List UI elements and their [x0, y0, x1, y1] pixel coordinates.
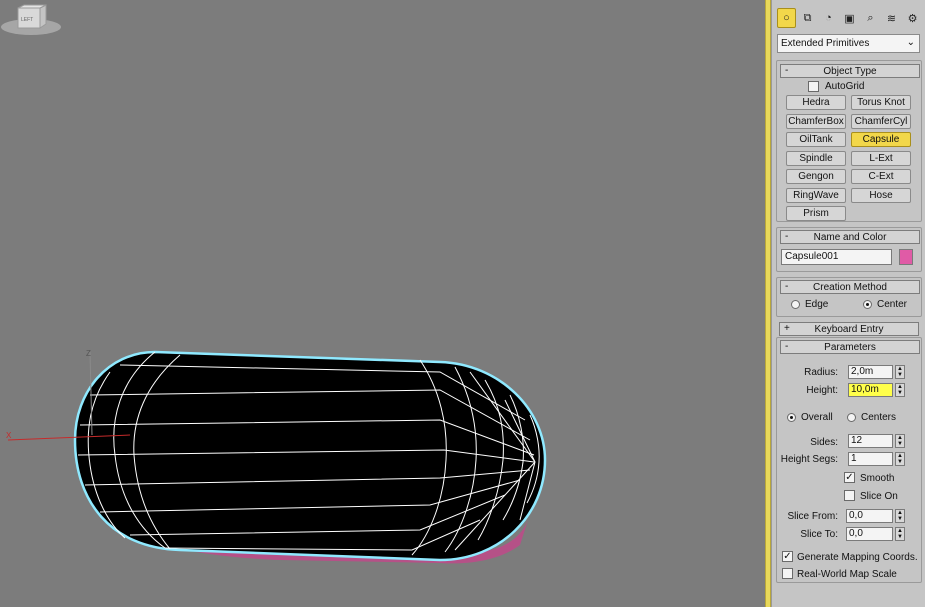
slice-from-spinner[interactable]: 0,0 ▲ ▼ — [846, 509, 905, 523]
creation-method-title: Creation Method — [813, 281, 887, 293]
creation-method-rollout: - Creation Method Edge Center — [776, 277, 922, 317]
tab-helpers-icon[interactable]: ⌕ — [861, 8, 880, 28]
tab-systems-icon[interactable]: ⚙ — [903, 8, 922, 28]
rollout-collapse-sign: - — [785, 231, 789, 242]
category-dropdown[interactable]: Extended Primitives ⌄ — [777, 34, 920, 53]
command-panel: ○ ⧉ ◔ ▣ ⌕ ≋ ⚙ Extended Primitives ⌄ - Object T… — [771, 0, 925, 607]
parameters-title: Parameters — [824, 341, 876, 353]
rollout-collapse-sign: - — [785, 281, 789, 292]
height-label: Height: — [806, 385, 838, 396]
radio-edge-label: Edge — [805, 299, 829, 310]
spinner-arrows-icon[interactable]: ▲ ▼ — [895, 452, 905, 466]
radius-label: Radius: — [804, 367, 838, 378]
viewport-scene[interactable]: X Z — [0, 0, 765, 607]
keyboard-entry-header[interactable]: + Keyboard Entry — [779, 322, 919, 336]
chevron-down-icon: ⌄ — [906, 37, 915, 48]
sides-field[interactable]: 12 — [848, 434, 893, 448]
rollout-collapse-sign: - — [785, 65, 789, 76]
radius-spinner[interactable]: 2,0m ▲ ▼ — [848, 365, 905, 379]
slice-from-label: Slice From: — [787, 511, 838, 522]
radio-overall[interactable] — [787, 413, 796, 422]
slice-on-label: Slice On — [860, 491, 898, 502]
real-world-checkbox[interactable] — [782, 568, 793, 579]
axis-z-label: Z — [86, 349, 91, 358]
object-type-button-chamfercyl[interactable]: ChamferCyl — [851, 113, 911, 129]
name-color-title: Name and Color — [813, 231, 887, 243]
rollout-collapse-sign: - — [785, 341, 789, 352]
sides-label: Sides: — [810, 437, 838, 448]
perspective-viewport[interactable]: X Z LEFT — [0, 0, 765, 607]
radio-overall-label: Overall — [801, 412, 833, 423]
viewcube-label: LEFT — [21, 17, 33, 23]
spinner-arrows-icon[interactable]: ▲ ▼ — [895, 365, 905, 379]
object-type-button-spindle[interactable]: Spindle — [786, 150, 846, 166]
autogrid-checkbox[interactable] — [808, 81, 819, 92]
radio-centers[interactable] — [847, 413, 856, 422]
smooth-label: Smooth — [860, 473, 895, 484]
slice-on-checkbox[interactable] — [844, 490, 855, 501]
object-type-rollout: - Object Type AutoGrid Hedra Torus Knot Ch… — [776, 60, 922, 222]
radio-edge[interactable] — [791, 300, 800, 309]
real-world-label: Real-World Map Scale — [797, 569, 897, 580]
parameters-header[interactable]: - Parameters — [780, 340, 920, 354]
spinner-arrows-icon[interactable]: ▲ ▼ — [895, 527, 905, 541]
spinner-arrows-icon[interactable]: ▲ ▼ — [895, 383, 905, 397]
radio-centers-label: Centers — [861, 412, 897, 423]
object-type-button-hose[interactable]: Hose — [851, 187, 911, 203]
spinner-arrows-icon[interactable]: ▲ ▼ — [895, 434, 905, 448]
object-name-field[interactable]: Capsule001 — [781, 249, 892, 265]
object-type-button-capsule[interactable]: Capsule — [851, 132, 911, 147]
app-window: X Z LEFT ○ ⧉ ◔ ▣ ⌕ ≋ ⚙ Extended Primitives ⌄ -… — [0, 0, 925, 607]
tab-lights-icon[interactable]: ◔ — [819, 8, 838, 28]
slice-to-field[interactable]: 0,0 — [846, 527, 893, 541]
height-segs-spinner[interactable]: 1 ▲ ▼ — [848, 452, 905, 466]
object-type-button-oiltank[interactable]: OilTank — [786, 132, 846, 147]
slice-from-field[interactable]: 0,0 — [846, 509, 893, 523]
tab-spacewarps-icon[interactable]: ≋ — [882, 8, 901, 28]
object-type-button-prism[interactable]: Prism — [786, 206, 846, 221]
spinner-arrows-icon[interactable]: ▲ ▼ — [895, 509, 905, 523]
tab-shapes-icon[interactable]: ⧉ — [798, 8, 817, 28]
generate-mapping-checkbox[interactable]: ✓ — [782, 551, 793, 562]
smooth-checkbox[interactable]: ✓ — [844, 472, 855, 483]
category-tabbar: ○ ⧉ ◔ ▣ ⌕ ≋ ⚙ — [777, 8, 922, 28]
radio-center[interactable] — [863, 300, 872, 309]
height-segs-field[interactable]: 1 — [848, 452, 893, 466]
object-color-swatch[interactable] — [899, 249, 913, 265]
tab-cameras-icon[interactable]: ▣ — [840, 8, 859, 28]
rollout-expand-sign: + — [784, 323, 790, 334]
radio-center-label: Center — [877, 299, 908, 310]
object-type-button-hedra[interactable]: Hedra — [786, 95, 846, 110]
sides-spinner[interactable]: 12 ▲ ▼ — [848, 434, 905, 448]
object-type-button-l-ext[interactable]: L-Ext — [851, 150, 911, 166]
height-segs-label: Height Segs: — [780, 454, 838, 465]
object-type-button-ringwave[interactable]: RingWave — [786, 187, 846, 203]
slice-to-label: Slice To: — [800, 529, 838, 540]
object-type-button-torus-knot[interactable]: Torus Knot — [851, 95, 911, 110]
object-type-header[interactable]: - Object Type — [780, 64, 920, 78]
height-spinner[interactable]: 10,0m ▲ ▼ — [848, 383, 905, 397]
keyboard-entry-title: Keyboard Entry — [814, 323, 884, 335]
tab-geometry-icon[interactable]: ○ — [777, 8, 796, 28]
height-field[interactable]: 10,0m — [848, 383, 893, 397]
autogrid-label: AutoGrid — [825, 81, 865, 92]
object-type-button-gengon[interactable]: Gengon — [786, 169, 846, 184]
generate-mapping-label: Generate Mapping Coords. — [797, 552, 918, 563]
axis-x-label: X — [6, 431, 12, 440]
object-type-title: Object Type — [823, 65, 877, 77]
creation-method-header[interactable]: - Creation Method — [780, 280, 920, 294]
slice-to-spinner[interactable]: 0,0 ▲ ▼ — [846, 527, 905, 541]
viewcube-icon[interactable]: LEFT — [0, 0, 62, 38]
object-type-button-c-ext[interactable]: C-Ext — [851, 169, 911, 184]
parameters-rollout: - Parameters Radius: 2,0m ▲ ▼ Height: 10,… — [776, 337, 922, 583]
object-type-button-chamferbox[interactable]: ChamferBox — [786, 113, 846, 129]
name-color-header[interactable]: - Name and Color — [780, 230, 920, 244]
radius-field[interactable]: 2,0m — [848, 365, 893, 379]
category-dropdown-value: Extended Primitives — [781, 38, 870, 49]
